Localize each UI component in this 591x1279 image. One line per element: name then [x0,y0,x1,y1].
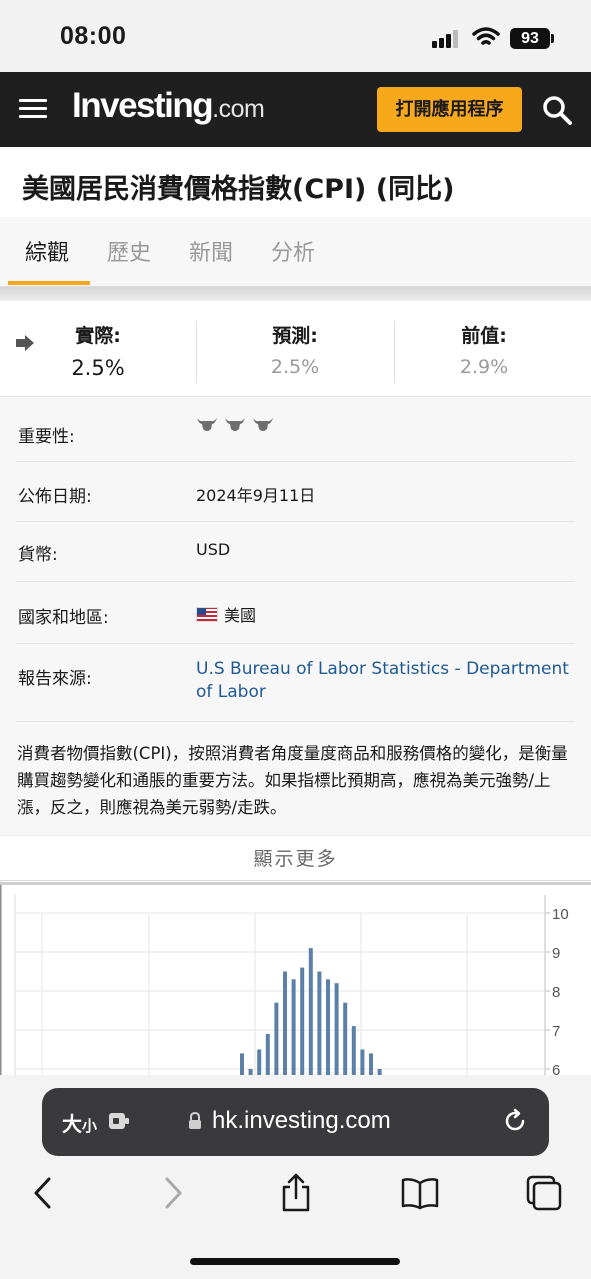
text-size-button[interactable]: 大小 [62,1108,97,1137]
back-icon[interactable] [24,1173,64,1213]
y-tick-label: 7 [552,1023,560,1040]
chart-bar[interactable] [334,983,339,1082]
forecast-stat: 預測: 2.5% [205,321,385,378]
tab-analysis[interactable]: 分析 [271,235,315,267]
home-indicator [190,1258,400,1265]
country-value: 美國 [196,602,256,626]
bookmarks-icon[interactable] [400,1173,440,1213]
us-flag-icon [196,607,218,622]
importance-label: 重要性: [18,427,75,447]
title-area: 美國居民消費價格指數(CPI) (同比) [0,147,591,217]
country-label: 國家和地區: [18,608,109,628]
previous-label: 前值: [461,325,507,347]
forecast-label: 預測: [272,325,318,347]
bull-icon [197,418,217,431]
show-more-button[interactable]: 顯示更多 [0,835,591,881]
url-text: hk.investing.com [212,1107,391,1134]
y-tick-label: 9 [552,945,560,962]
currency-row: 貨幣: USD [16,522,575,582]
address-bar[interactable]: 大小 hk.investing.com [42,1088,549,1156]
chart-bar[interactable] [343,1002,348,1082]
importance-row: 重要性: [16,398,575,462]
logo-suffix-text: .com [212,95,265,123]
tab-history[interactable]: 歷史 [107,235,151,267]
stats-panel: 實際: 2.5% 預測: 2.5% 前值: 2.9% [0,301,591,397]
reload-icon[interactable] [502,1108,528,1134]
investing-logo[interactable]: Investing.com [72,86,265,130]
extension-icon[interactable] [108,1112,130,1130]
chart-bar[interactable] [326,979,330,1082]
open-app-button[interactable]: 打開應用程序 [377,87,522,132]
source-row: 報告來源: U.S Bureau of Labor Statistics - D… [16,644,575,722]
y-tick-label: 10 [552,906,569,923]
battery-nub [551,34,554,43]
y-tick-label: 8 [552,984,560,1001]
chart-bar[interactable] [291,979,296,1082]
currency-value: USD [196,540,231,559]
share-icon[interactable] [276,1173,316,1213]
site-header: Investing.com 打開應用程序 [0,72,591,147]
chart-bar[interactable] [274,1002,279,1082]
chart-bar[interactable] [308,948,313,1082]
text-size-large: 大 [62,1112,82,1136]
section-divider [0,287,591,301]
tabs-icon[interactable] [524,1173,564,1213]
country-row: 國家和地區: 美國 [16,582,575,644]
country-name: 美國 [224,606,257,625]
lock-icon [189,1112,201,1129]
description-text: 消費者物價指數(CPI)，按照消費者角度量度商品和服務價格的變化，是衡量購買趨勢… [17,744,568,817]
previous-stat: 前值: 2.9% [394,321,574,378]
active-tab-indicator [8,281,90,285]
wifi-icon [472,27,500,45]
release-date-row: 公佈日期: 2024年9月11日 [16,462,575,522]
hamburger-icon[interactable] [19,99,47,119]
page: 08:00 93 Investing.com 打開應用程序 美國居民消費價格指數… [0,0,591,1279]
previous-value: 2.9% [459,356,509,378]
source-label: 報告來源: [18,669,92,689]
details-panel: 重要性: 公佈日期: 2024年9月11日 貨幣: USD 國家和地區: 美國 … [0,398,591,835]
forward-icon[interactable] [152,1173,192,1213]
importance-value [196,416,280,438]
tab-overview[interactable]: 綜觀 [25,235,69,267]
release-date-value: 2024年9月11日 [196,486,316,505]
status-bar: 08:00 93 [0,0,591,72]
battery-icon: 93 [510,28,550,49]
actual-label: 實際: [75,325,121,347]
bull-icon [253,418,273,431]
cellular-signal-icon [432,30,462,48]
text-size-small: 小 [82,1117,98,1135]
currency-label: 貨幣: [18,545,58,565]
chart-bar[interactable] [283,971,287,1083]
actual-value: 2.5% [71,356,125,380]
chart-bar[interactable] [300,967,305,1082]
stat-divider [196,321,197,383]
page-title: 美國居民消費價格指數(CPI) (同比) [22,174,455,205]
actual-stat: 實際: 2.5% [8,321,188,380]
source-link[interactable]: U.S Bureau of Labor Statistics - Departm… [196,658,581,704]
cpi-bar-chart: 109876 [0,885,591,1082]
status-time: 08:00 [60,22,127,50]
release-date-label: 公佈日期: [18,487,92,507]
chart-area: 10 9 8 7 6 [0,882,591,1082]
tab-news[interactable]: 新聞 [189,235,233,267]
logo-main-text: Investing [72,86,214,125]
tab-bar: 綜觀 歷史 新聞 分析 [0,217,591,287]
bull-icon [225,418,245,431]
browser-bottom-bar: 大小 hk.investing.com [0,1075,591,1279]
chart-bar[interactable] [351,1026,356,1082]
forecast-value: 2.5% [270,356,320,378]
chart-bar[interactable] [317,971,322,1083]
search-icon[interactable] [541,94,573,126]
